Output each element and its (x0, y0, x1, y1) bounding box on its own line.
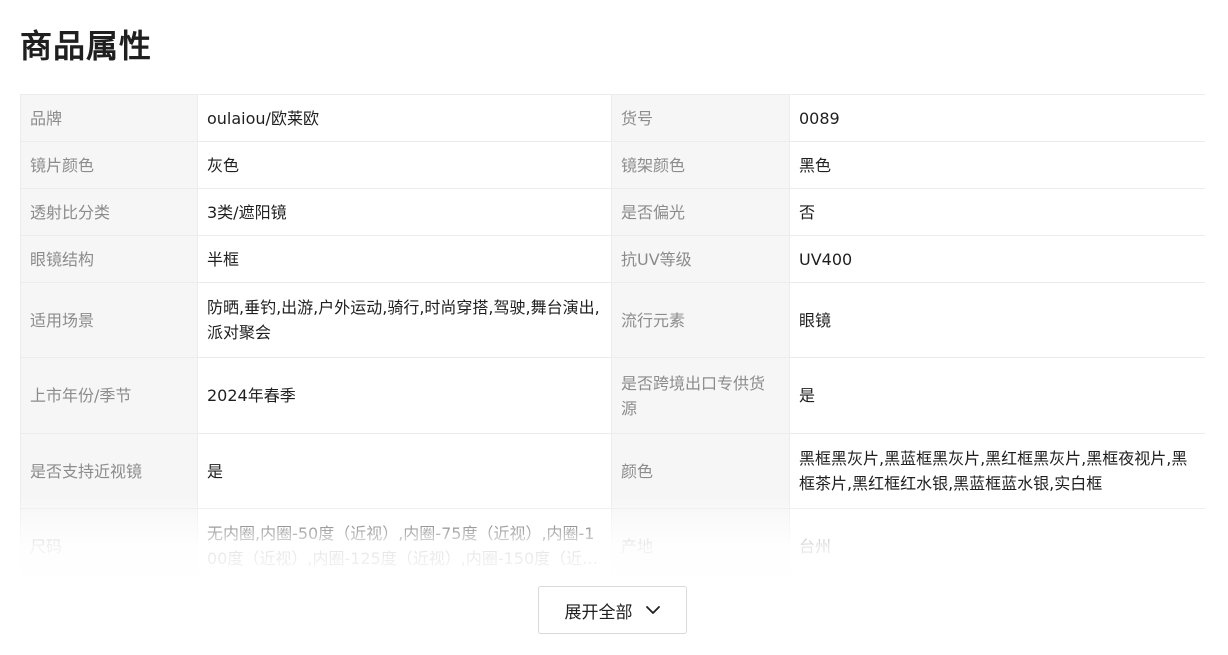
page-title: 商品属性 (20, 27, 153, 65)
attribute-table: 品牌 oulaiou/欧莱欧 货号 0089 镜片颜色 灰色 镜架颜色 黑色 透… (20, 94, 1205, 576)
attribute-row: 透射比分类 3类/遮阳镜 是否偏光 否 (20, 188, 1205, 236)
attribute-key: 眼镜结构 (20, 235, 198, 283)
attribute-key: 颜色 (611, 433, 790, 509)
attribute-key: 上市年份/季节 (20, 357, 198, 434)
attribute-value: 黑框黑灰片,黑蓝框黑灰片,黑红框黑灰片,黑框夜视片,黑框茶片,黑红框红水银,黑蓝… (789, 433, 1205, 509)
attribute-value: 0089 (789, 94, 1205, 142)
attribute-key: 尺码 (20, 508, 198, 576)
attribute-row: 镜片颜色 灰色 镜架颜色 黑色 (20, 141, 1205, 189)
attribute-value: 3类/遮阳镜 (197, 188, 612, 236)
attribute-key: 透射比分类 (20, 188, 198, 236)
attribute-key: 镜片颜色 (20, 141, 198, 189)
attribute-value: 眼镜 (789, 282, 1205, 358)
attribute-key: 流行元素 (611, 282, 790, 358)
attribute-row: 眼镜结构 半框 抗UV等级 UV400 (20, 235, 1205, 283)
chevron-down-icon (645, 602, 661, 618)
attribute-value: 否 (789, 188, 1205, 236)
attribute-row: 上市年份/季节 2024年春季 是否跨境出口专供货源 是 (20, 357, 1205, 434)
attribute-key: 镜架颜色 (611, 141, 790, 189)
attribute-value-text: 无内圈,内圈-50度（近视）,内圈-75度（近视）,内圈-100度（近视）,内圈… (207, 524, 595, 568)
attribute-value: 灰色 (197, 141, 612, 189)
attribute-key: 是否偏光 (611, 188, 790, 236)
attribute-value: 半框 (197, 235, 612, 283)
attribute-row: 是否支持近视镜 是 颜色 黑框黑灰片,黑蓝框黑灰片,黑红框黑灰片,黑框夜视片,黑… (20, 433, 1205, 509)
attribute-key-text: 是否跨境出口专供货源 (621, 373, 766, 418)
attribute-value: 是 (197, 433, 612, 509)
attribute-row: 适用场景 防晒,垂钓,出游,户外运动,骑行,时尚穿搭,驾驶,舞台演出,派对聚会 … (20, 282, 1205, 358)
attribute-key: 抗UV等级 (611, 235, 790, 283)
attribute-value: 防晒,垂钓,出游,户外运动,骑行,时尚穿搭,驾驶,舞台演出,派对聚会 (197, 282, 612, 358)
attribute-value-text: 黑框黑灰片,黑蓝框黑灰片,黑红框黑灰片,黑框夜视片,黑框茶片,黑红框红水银,黑蓝… (799, 449, 1188, 493)
attribute-value-text: 防晒,垂钓,出游,户外运动,骑行,时尚穿搭,驾驶,舞台演出,派对聚会 (207, 298, 600, 342)
attribute-value: 是 (789, 357, 1205, 434)
attribute-value: UV400 (789, 235, 1205, 283)
attribute-key: 是否跨境出口专供货源 (611, 357, 790, 434)
attribute-key: 适用场景 (20, 282, 198, 358)
attribute-row: 尺码 无内圈,内圈-50度（近视）,内圈-75度（近视）,内圈-100度（近视）… (20, 508, 1205, 576)
attribute-key: 品牌 (20, 94, 198, 142)
attribute-value: oulaiou/欧莱欧 (197, 94, 612, 142)
attribute-key: 是否支持近视镜 (20, 433, 198, 509)
expand-all-label: 展开全部 (564, 602, 633, 623)
expand-all-button[interactable]: 展开全部 (538, 586, 687, 634)
attribute-value: 黑色 (789, 141, 1205, 189)
attribute-key: 产地 (611, 508, 790, 576)
attribute-row: 品牌 oulaiou/欧莱欧 货号 0089 (20, 94, 1205, 142)
product-attributes: 品牌 oulaiou/欧莱欧 货号 0089 镜片颜色 灰色 镜架颜色 黑色 透… (20, 94, 1205, 576)
attribute-value: 无内圈,内圈-50度（近视）,内圈-75度（近视）,内圈-100度（近视）,内圈… (197, 508, 612, 576)
attribute-key: 货号 (611, 94, 790, 142)
attribute-value: 2024年春季 (197, 357, 612, 434)
attribute-value: 台州 (789, 508, 1205, 576)
